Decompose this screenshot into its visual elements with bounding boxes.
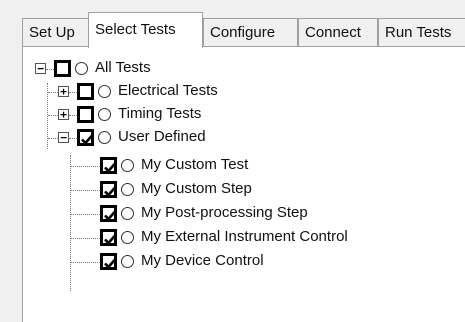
radio-icon[interactable] [121,159,134,172]
tree-connector [71,238,100,239]
tree-node-all-tests[interactable]: − All Tests [29,59,229,81]
tree-connector [46,69,54,70]
tree-label: My Post-processing Step [141,204,308,221]
tree-connector [71,262,100,263]
radio-icon[interactable] [98,131,111,144]
tab-select-tests[interactable]: Select Tests [88,12,203,48]
tree-node-my-external-instrument-control[interactable]: My External Instrument Control [29,228,449,250]
tree-label: User Defined [118,128,206,145]
checkbox-checked[interactable] [100,205,117,222]
tree-label: My Custom Step [141,180,252,197]
tree-node-my-custom-step[interactable]: My Custom Step [29,180,429,202]
tree-label: Timing Tests [118,105,202,122]
tree-node-user-defined[interactable]: − User Defined [29,128,289,150]
tree-label: Electrical Tests [118,82,218,99]
tab-configure[interactable]: Configure [203,18,298,48]
checkbox-checked[interactable] [77,129,94,146]
tab-connect[interactable]: Connect [298,18,378,48]
tree-connector [48,138,58,139]
checkmark-icon [104,210,117,221]
checkbox-checked[interactable] [100,229,117,246]
tree-connector [69,92,77,93]
tab-set-up[interactable]: Set Up [22,18,89,48]
radio-icon[interactable] [98,108,111,121]
tree-connector [71,214,100,215]
tree-label: My Device Control [141,252,264,269]
tree-node-timing-tests[interactable]: + Timing Tests [29,105,289,127]
checkmark-icon [104,186,117,197]
expand-icon[interactable]: + [58,109,69,120]
checkmark-icon [81,134,94,145]
tree-connector [71,166,100,167]
tree-connector [48,115,58,116]
tab-run-tests[interactable]: Run Tests [378,18,465,48]
select-tests-panel: − All Tests + Electrical Tests + Timing … [22,46,465,322]
checkmark-icon [104,234,117,245]
tree-node-my-custom-test[interactable]: My Custom Test [29,156,429,178]
collapse-icon[interactable]: − [35,63,46,74]
radio-icon[interactable] [75,62,88,75]
tree-node-my-device-control[interactable]: My Device Control [29,252,429,274]
checkmark-icon [104,258,117,269]
tree-connector [71,190,100,191]
checkbox[interactable] [54,60,71,77]
test-selection-window: Set Up Select Tests Configure Connect Ru… [0,0,465,322]
tab-strip: Set Up Select Tests Configure Connect Ru… [0,0,465,48]
radio-icon[interactable] [121,183,134,196]
checkbox-checked[interactable] [100,157,117,174]
tree-label: My Custom Test [141,156,249,173]
checkbox-checked[interactable] [100,253,117,270]
tree-label: All Tests [95,59,151,76]
checkmark-icon [104,162,117,173]
tree-connector [69,115,77,116]
tree-label: My External Instrument Control [141,228,348,245]
checkbox-checked[interactable] [100,181,117,198]
radio-icon[interactable] [121,207,134,220]
radio-icon[interactable] [121,255,134,268]
tree-node-my-post-processing-step[interactable]: My Post-processing Step [29,204,429,226]
radio-icon[interactable] [121,231,134,244]
test-tree: − All Tests + Electrical Tests + Timing … [29,55,459,315]
checkbox[interactable] [77,106,94,123]
tree-connector [48,92,58,93]
collapse-icon[interactable]: − [58,132,69,143]
expand-icon[interactable]: + [58,86,69,97]
radio-icon[interactable] [98,85,111,98]
checkbox[interactable] [77,83,94,100]
tree-node-electrical-tests[interactable]: + Electrical Tests [29,82,289,104]
tree-connector [69,138,77,139]
